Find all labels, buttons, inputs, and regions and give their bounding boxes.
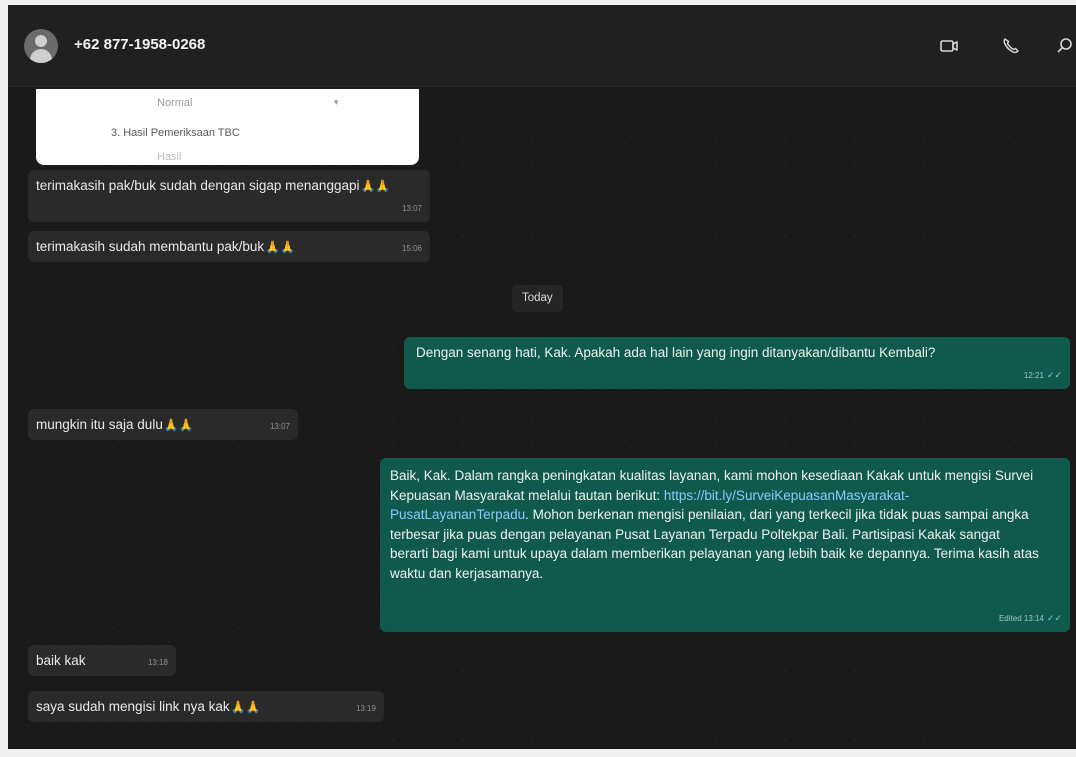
chat-window: +62 877-1958-0268 Normal ▾ 3. Hasil Peme…: [8, 5, 1076, 749]
message-time-wrap: 12:21 ✓✓: [1024, 366, 1062, 385]
avatar[interactable]: [24, 29, 58, 63]
form-preview-image[interactable]: Normal ▾ 3. Hasil Pemeriksaan TBC Hasil: [36, 89, 419, 165]
pray-emoji-icon: 🙏🙏: [360, 179, 391, 193]
message-time: 13:19: [355, 704, 376, 713]
message-incoming[interactable]: terimakasih sudah membantu pak/buk🙏🙏 15:…: [28, 231, 430, 262]
avatar-body: [30, 49, 52, 63]
message-time: 15:06: [401, 244, 422, 253]
video-call-button[interactable]: [933, 30, 965, 62]
message-time: Edited 13:14: [998, 613, 1044, 623]
form-field-normal: Normal: [157, 97, 193, 109]
pray-emoji-icon: 🙏🙏: [265, 240, 296, 254]
message-outgoing[interactable]: Dengan senang hati, Kak. Apakah ada hal …: [404, 337, 1070, 389]
read-receipt-icon: ✓✓: [1046, 370, 1062, 380]
message-time: 12:21: [1023, 371, 1044, 380]
message-text: Dengan senang hati, Kak. Apakah ada hal …: [416, 345, 936, 360]
message-incoming[interactable]: terimakasih pak/buk sudah dengan sigap m…: [28, 170, 430, 222]
video-call-icon: [940, 40, 958, 52]
message-text: terimakasih pak/buk sudah dengan sigap m…: [36, 178, 360, 193]
chevron-down-icon: ▾: [334, 97, 339, 107]
message-incoming[interactable]: baik kak 13:18: [28, 645, 176, 676]
message-time: 13:07: [401, 204, 422, 213]
message-text: saya sudah mengisi link nya kak: [36, 699, 230, 714]
message-time: 13:18: [147, 658, 168, 667]
message-time-wrap: Edited 13:14 ✓✓: [999, 609, 1062, 629]
chat-header: +62 877-1958-0268: [8, 5, 1076, 87]
pray-emoji-icon: 🙏🙏: [163, 418, 194, 432]
message-incoming[interactable]: saya sudah mengisi link nya kak🙏🙏 13:19: [28, 691, 384, 722]
message-incoming[interactable]: mungkin itu saja dulu🙏🙏 13:07: [28, 409, 298, 440]
message-outgoing[interactable]: Baik, Kak. Dalam rangka peningkatan kual…: [380, 458, 1070, 632]
form-field-hasil-pemeriksaan: 3. Hasil Pemeriksaan TBC: [111, 127, 240, 139]
avatar-head: [35, 35, 47, 47]
voice-call-button[interactable]: [994, 30, 1026, 62]
day-separator: Today: [512, 285, 563, 312]
read-receipt-icon: ✓✓: [1046, 612, 1062, 623]
contact-name[interactable]: +62 877-1958-0268: [74, 36, 205, 53]
search-icon: [1057, 38, 1072, 53]
message-time: 13:07: [269, 422, 290, 431]
voice-call-icon: [1003, 38, 1019, 54]
message-text: terimakasih sudah membantu pak/buk: [36, 239, 265, 254]
form-field-hasil: Hasil: [157, 151, 182, 163]
pray-emoji-icon: 🙏🙏: [230, 700, 261, 714]
message-text: baik kak: [36, 653, 86, 668]
message-text: mungkin itu saja dulu: [36, 417, 163, 432]
search-button[interactable]: [1048, 30, 1076, 62]
